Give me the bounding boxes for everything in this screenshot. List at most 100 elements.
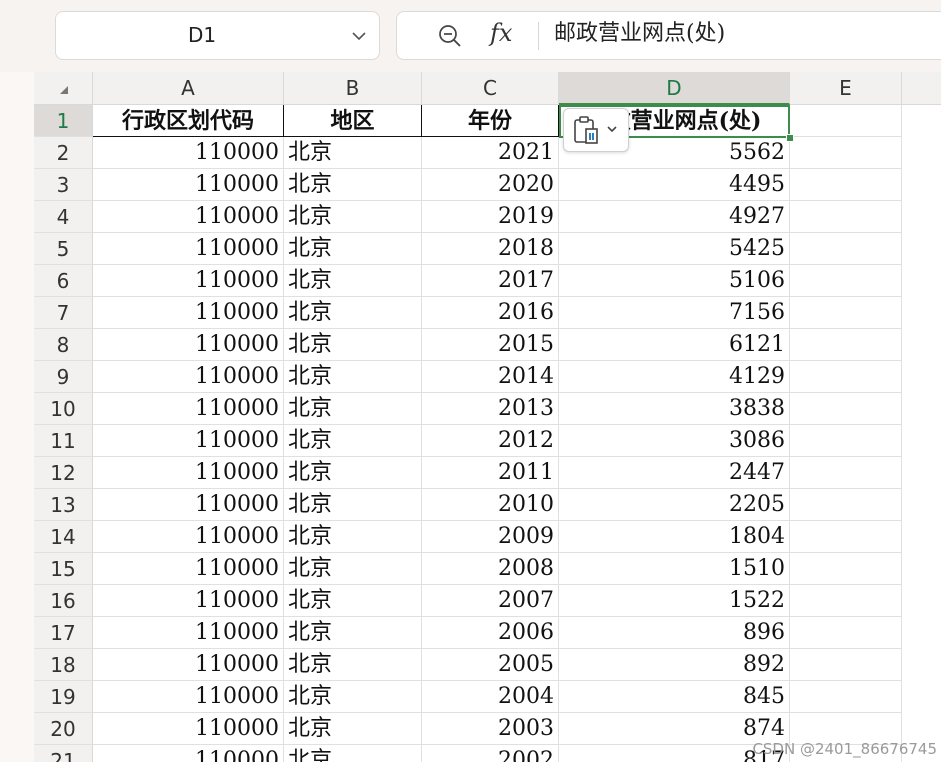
column-header-b[interactable]: B bbox=[284, 72, 422, 105]
column-header-c[interactable]: C bbox=[422, 72, 559, 105]
table-cell[interactable]: 北京 bbox=[284, 297, 422, 329]
column-header-e[interactable]: E bbox=[790, 72, 902, 105]
table-cell[interactable]: 110000 bbox=[93, 457, 284, 489]
table-cell[interactable]: 2013 bbox=[422, 393, 559, 425]
table-cell[interactable]: 北京 bbox=[284, 361, 422, 393]
table-cell[interactable]: 2009 bbox=[422, 521, 559, 553]
table-cell[interactable]: 2006 bbox=[422, 617, 559, 649]
table-cell[interactable]: 2007 bbox=[422, 585, 559, 617]
row-header[interactable]: 18 bbox=[34, 649, 93, 681]
empty-cell[interactable] bbox=[790, 617, 902, 649]
table-cell[interactable]: 北京 bbox=[284, 489, 422, 521]
row-header[interactable]: 15 bbox=[34, 553, 93, 585]
table-cell[interactable]: 110000 bbox=[93, 361, 284, 393]
table-cell[interactable]: 110000 bbox=[93, 297, 284, 329]
empty-cell[interactable] bbox=[790, 393, 902, 425]
table-cell[interactable]: 4129 bbox=[559, 361, 790, 393]
table-cell[interactable]: 北京 bbox=[284, 681, 422, 713]
table-cell[interactable]: 北京 bbox=[284, 233, 422, 265]
table-cell[interactable]: 北京 bbox=[284, 265, 422, 297]
empty-cell[interactable] bbox=[790, 489, 902, 521]
empty-cell[interactable] bbox=[790, 425, 902, 457]
row-header[interactable]: 11 bbox=[34, 425, 93, 457]
table-cell[interactable]: 北京 bbox=[284, 713, 422, 745]
table-cell[interactable]: 4927 bbox=[559, 201, 790, 233]
row-header[interactable]: 4 bbox=[34, 201, 93, 233]
table-cell[interactable]: 4495 bbox=[559, 169, 790, 201]
table-cell[interactable]: 北京 bbox=[284, 425, 422, 457]
table-cell[interactable]: 110000 bbox=[93, 425, 284, 457]
table-cell[interactable]: 1804 bbox=[559, 521, 790, 553]
table-cell[interactable]: 3838 bbox=[559, 393, 790, 425]
table-cell[interactable]: 2015 bbox=[422, 329, 559, 361]
empty-cell[interactable] bbox=[790, 585, 902, 617]
table-cell[interactable]: 110000 bbox=[93, 489, 284, 521]
table-cell[interactable]: 110000 bbox=[93, 169, 284, 201]
table-cell[interactable]: 5425 bbox=[559, 233, 790, 265]
table-cell[interactable]: 110000 bbox=[93, 137, 284, 169]
fill-handle[interactable] bbox=[786, 134, 794, 142]
name-box-value[interactable]: D1 bbox=[56, 12, 348, 59]
table-cell[interactable]: 北京 bbox=[284, 617, 422, 649]
table-cell[interactable]: 110000 bbox=[93, 553, 284, 585]
function-icon[interactable]: fx bbox=[490, 19, 512, 47]
table-cell[interactable]: 1522 bbox=[559, 585, 790, 617]
table-cell[interactable]: 110000 bbox=[93, 585, 284, 617]
table-cell[interactable]: 北京 bbox=[284, 457, 422, 489]
table-cell[interactable]: 7156 bbox=[559, 297, 790, 329]
row-header[interactable]: 19 bbox=[34, 681, 93, 713]
table-cell[interactable]: 2005 bbox=[422, 649, 559, 681]
formula-bar[interactable]: fx 邮政营业网点(处) bbox=[396, 11, 941, 60]
row-header[interactable]: 20 bbox=[34, 713, 93, 745]
column-header-a[interactable]: A bbox=[93, 72, 284, 105]
paste-options-button[interactable] bbox=[563, 108, 629, 152]
table-cell[interactable]: 2017 bbox=[422, 265, 559, 297]
empty-cell[interactable] bbox=[790, 105, 902, 137]
row-header[interactable]: 7 bbox=[34, 297, 93, 329]
empty-cell[interactable] bbox=[790, 521, 902, 553]
header-cell[interactable]: 行政区划代码 bbox=[93, 105, 284, 137]
empty-cell[interactable] bbox=[790, 265, 902, 297]
table-cell[interactable]: 110000 bbox=[93, 233, 284, 265]
column-header-f[interactable] bbox=[902, 72, 941, 105]
row-header[interactable]: 6 bbox=[34, 265, 93, 297]
row-header[interactable]: 2 bbox=[34, 137, 93, 169]
empty-cell[interactable] bbox=[790, 329, 902, 361]
table-cell[interactable]: 3086 bbox=[559, 425, 790, 457]
row-header[interactable]: 8 bbox=[34, 329, 93, 361]
table-cell[interactable]: 110000 bbox=[93, 329, 284, 361]
formula-input[interactable]: 邮政营业网点(处) bbox=[554, 12, 725, 59]
table-cell[interactable]: 北京 bbox=[284, 553, 422, 585]
empty-cell[interactable] bbox=[790, 201, 902, 233]
table-cell[interactable]: 110000 bbox=[93, 201, 284, 233]
table-cell[interactable]: 2020 bbox=[422, 169, 559, 201]
row-header[interactable]: 10 bbox=[34, 393, 93, 425]
zoom-out-icon[interactable] bbox=[437, 23, 463, 49]
table-cell[interactable]: 北京 bbox=[284, 329, 422, 361]
row-header[interactable]: 17 bbox=[34, 617, 93, 649]
empty-cell[interactable] bbox=[790, 681, 902, 713]
empty-cell[interactable] bbox=[790, 169, 902, 201]
chevron-down-icon[interactable] bbox=[351, 28, 367, 44]
row-header[interactable]: 16 bbox=[34, 585, 93, 617]
table-cell[interactable]: 2008 bbox=[422, 553, 559, 585]
table-cell[interactable]: 896 bbox=[559, 617, 790, 649]
column-header-d[interactable]: D bbox=[559, 72, 790, 105]
table-cell[interactable]: 2004 bbox=[422, 681, 559, 713]
table-cell[interactable]: 北京 bbox=[284, 137, 422, 169]
table-cell[interactable]: 2010 bbox=[422, 489, 559, 521]
table-cell[interactable]: 2447 bbox=[559, 457, 790, 489]
table-cell[interactable]: 2205 bbox=[559, 489, 790, 521]
table-cell[interactable]: 845 bbox=[559, 681, 790, 713]
table-cell[interactable]: 110000 bbox=[93, 265, 284, 297]
table-cell[interactable]: 2011 bbox=[422, 457, 559, 489]
table-cell[interactable]: 6121 bbox=[559, 329, 790, 361]
chevron-down-icon[interactable] bbox=[606, 123, 618, 135]
row-header[interactable]: 13 bbox=[34, 489, 93, 521]
table-cell[interactable]: 2019 bbox=[422, 201, 559, 233]
table-cell[interactable]: 110000 bbox=[93, 681, 284, 713]
empty-cell[interactable] bbox=[790, 297, 902, 329]
select-all-corner[interactable] bbox=[34, 72, 93, 105]
empty-cell[interactable] bbox=[790, 361, 902, 393]
table-cell[interactable]: 110000 bbox=[93, 617, 284, 649]
